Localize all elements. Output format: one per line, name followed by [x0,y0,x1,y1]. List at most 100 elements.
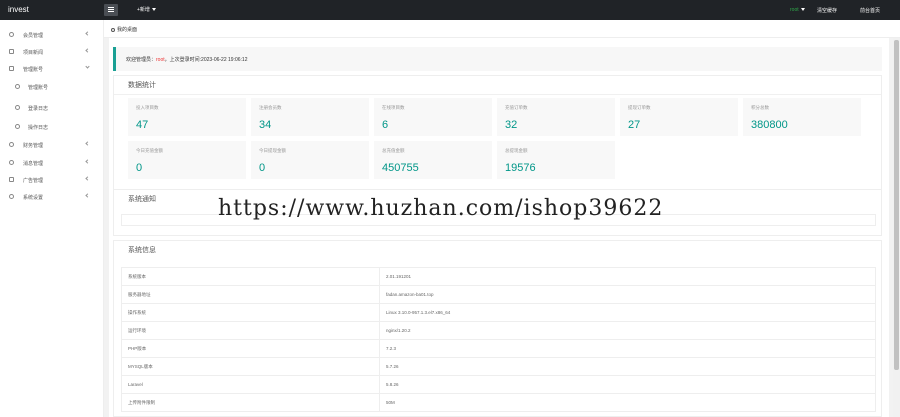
stat-value: 34 [259,119,272,131]
sidebar-item-members[interactable]: 会员管理 [0,26,104,43]
sidebar-item-label: 财务管理 [23,143,44,149]
stat-value: 0 [136,162,143,174]
message-icon [9,160,14,165]
chevron-left-icon [85,48,90,53]
log-icon [15,124,20,129]
sidebar-item-settings[interactable]: 系统设置 [0,188,104,205]
info-key: 上传附件限制 [121,393,380,412]
info-key: Laravel [121,375,380,394]
stat-value: 6 [382,119,389,131]
sidebar-item-finance[interactable]: 财务管理 [0,136,104,153]
username-label: root [790,7,799,13]
stat-card-invested-projects: 投入项目数 47 [128,98,246,136]
settings-icon [9,194,14,199]
sidebar-item-label: 系统设置 [23,195,44,201]
app-logo[interactable]: invest [8,5,29,14]
front-home-link[interactable]: 前台首页 [860,7,880,14]
chevron-down-icon [151,8,156,12]
sidebar-toggle-button[interactable] [104,4,118,16]
table-row: 系统版本 2.01.191201 [121,267,876,286]
top-navbar: invest +新增 root 清空缓存 前台首页 [0,0,900,20]
sidebar-item-ads[interactable]: 广告管理 [0,171,104,188]
add-new-label: +新增 [137,7,150,13]
sidebar-subitem-login-log[interactable]: 登录日志 [0,99,104,116]
info-value: 2.01.191201 [379,267,876,286]
chevron-left-icon [85,176,90,181]
stat-label: 在线项目数 [382,105,405,110]
info-value: fadan.amazon-ba01.top [379,285,876,304]
info-value: 50M [379,393,876,412]
stat-card-recharge-orders: 充值订单数 32 [497,98,615,136]
sidebar-item-admin-accounts[interactable]: 管理账号 [0,60,104,77]
ad-icon [9,177,14,182]
table-row: 服务器地址 fadan.amazon-ba01.top [121,285,876,304]
stat-value: 450755 [382,162,419,174]
sidebar-item-label: 消息管理 [23,161,44,167]
finance-icon [9,142,14,147]
stat-label: 今日充值金额 [136,148,163,153]
stat-card-online-projects: 在线项目数 6 [374,98,492,136]
tab-bar: 我的桌面 [104,20,900,38]
key-icon [15,84,20,89]
chevron-left-icon [85,193,90,198]
last-login-time: 上次登录时间:2023-06-22 19:06:12 [169,57,248,63]
info-value: 7.2.3 [379,339,876,358]
stat-label: 注册会员数 [259,105,282,110]
table-row: 运行环境 nginx/1.20.2 [121,321,876,340]
sidebar-item-label: 项目新闻 [23,50,44,56]
stat-value: 0 [259,162,266,174]
main-content: 欢迎管理员：root，上次登录时间:2023-06-22 19:06:12 数据… [109,38,889,417]
stat-card-total-points: 积分总数 380800 [743,98,861,136]
menu-icon [108,7,114,8]
table-row: Laravel 5.8.26 [121,375,876,394]
stat-card-total-recharge: 总充值金额 450755 [374,141,492,179]
chevron-left-icon [85,159,90,164]
info-key: 运行环境 [121,321,380,340]
stat-label: 总充值金额 [382,148,405,153]
chevron-left-icon [85,141,90,146]
info-key: 系统版本 [121,267,380,286]
table-row: 上传附件限制 50M [121,393,876,412]
stat-label: 投入项目数 [136,105,159,110]
sidebar: 会员管理 项目新闻 管理账号 管理账号 登录日志 操作日志 财务管理 消息管理 … [0,20,104,417]
info-key: 操作系统 [121,303,380,322]
system-info-table: 系统版本 2.01.191201 服务器地址 fadan.amazon-ba01.t… [121,267,876,412]
stat-value: 19576 [505,162,536,174]
stat-label: 充值订单数 [505,105,528,110]
table-row: 操作系统 Linux 3.10.0-957.1.3.el7.x86_64 [121,303,876,322]
user-menu[interactable]: root [790,7,805,13]
info-key: 服务器地址 [121,285,380,304]
info-key: PHP版本 [121,339,380,358]
sidebar-item-projects[interactable]: 项目新闻 [0,43,104,60]
add-new-menu[interactable]: +新增 [137,6,156,13]
stat-value: 27 [628,119,641,131]
notice-title: 系统通知 [128,196,156,203]
table-row: PHP版本 7.2.3 [121,339,876,358]
admin-icon [9,66,14,71]
welcome-banner: 欢迎管理员：root，上次登录时间:2023-06-22 19:06:12 [113,47,882,71]
stat-label: 今日提现金额 [259,148,286,153]
sidebar-subitem-operation-log[interactable]: 操作日志 [0,118,104,135]
sidebar-subitem-admin-accounts[interactable]: 管理账号 [0,78,104,95]
info-value: 5.7.26 [379,357,876,376]
sysinfo-title: 系统信息 [128,247,156,254]
stat-label: 提现订单数 [628,105,651,110]
stat-card-today-recharge: 今日充值金额 0 [128,141,246,179]
stat-value: 380800 [751,119,788,131]
home-icon [111,27,115,32]
stat-card-today-withdraw: 今日提现金额 0 [251,141,369,179]
stat-label: 积分总数 [751,105,769,110]
info-key: MYSQL版本 [121,357,380,376]
system-info-panel: 系统信息 系统版本 2.01.191201 服务器地址 fadan.amazon-b… [113,240,882,417]
info-value: Linux 3.10.0-957.1.3.el7.x86_64 [379,303,876,322]
sidebar-item-messages[interactable]: 消息管理 [0,154,104,171]
user-icon [9,32,14,37]
stat-card-registered-members: 注册会员数 34 [251,98,369,136]
vertical-scrollbar[interactable] [893,38,900,417]
table-row: MYSQL版本 5.7.26 [121,357,876,376]
scrollbar-thumb[interactable] [894,40,899,370]
clear-cache-link[interactable]: 清空缓存 [817,7,837,14]
sidebar-item-label: 操作日志 [28,125,49,131]
sidebar-item-label: 登录日志 [28,106,49,112]
tab-my-desktop[interactable]: 我的桌面 [111,26,137,33]
